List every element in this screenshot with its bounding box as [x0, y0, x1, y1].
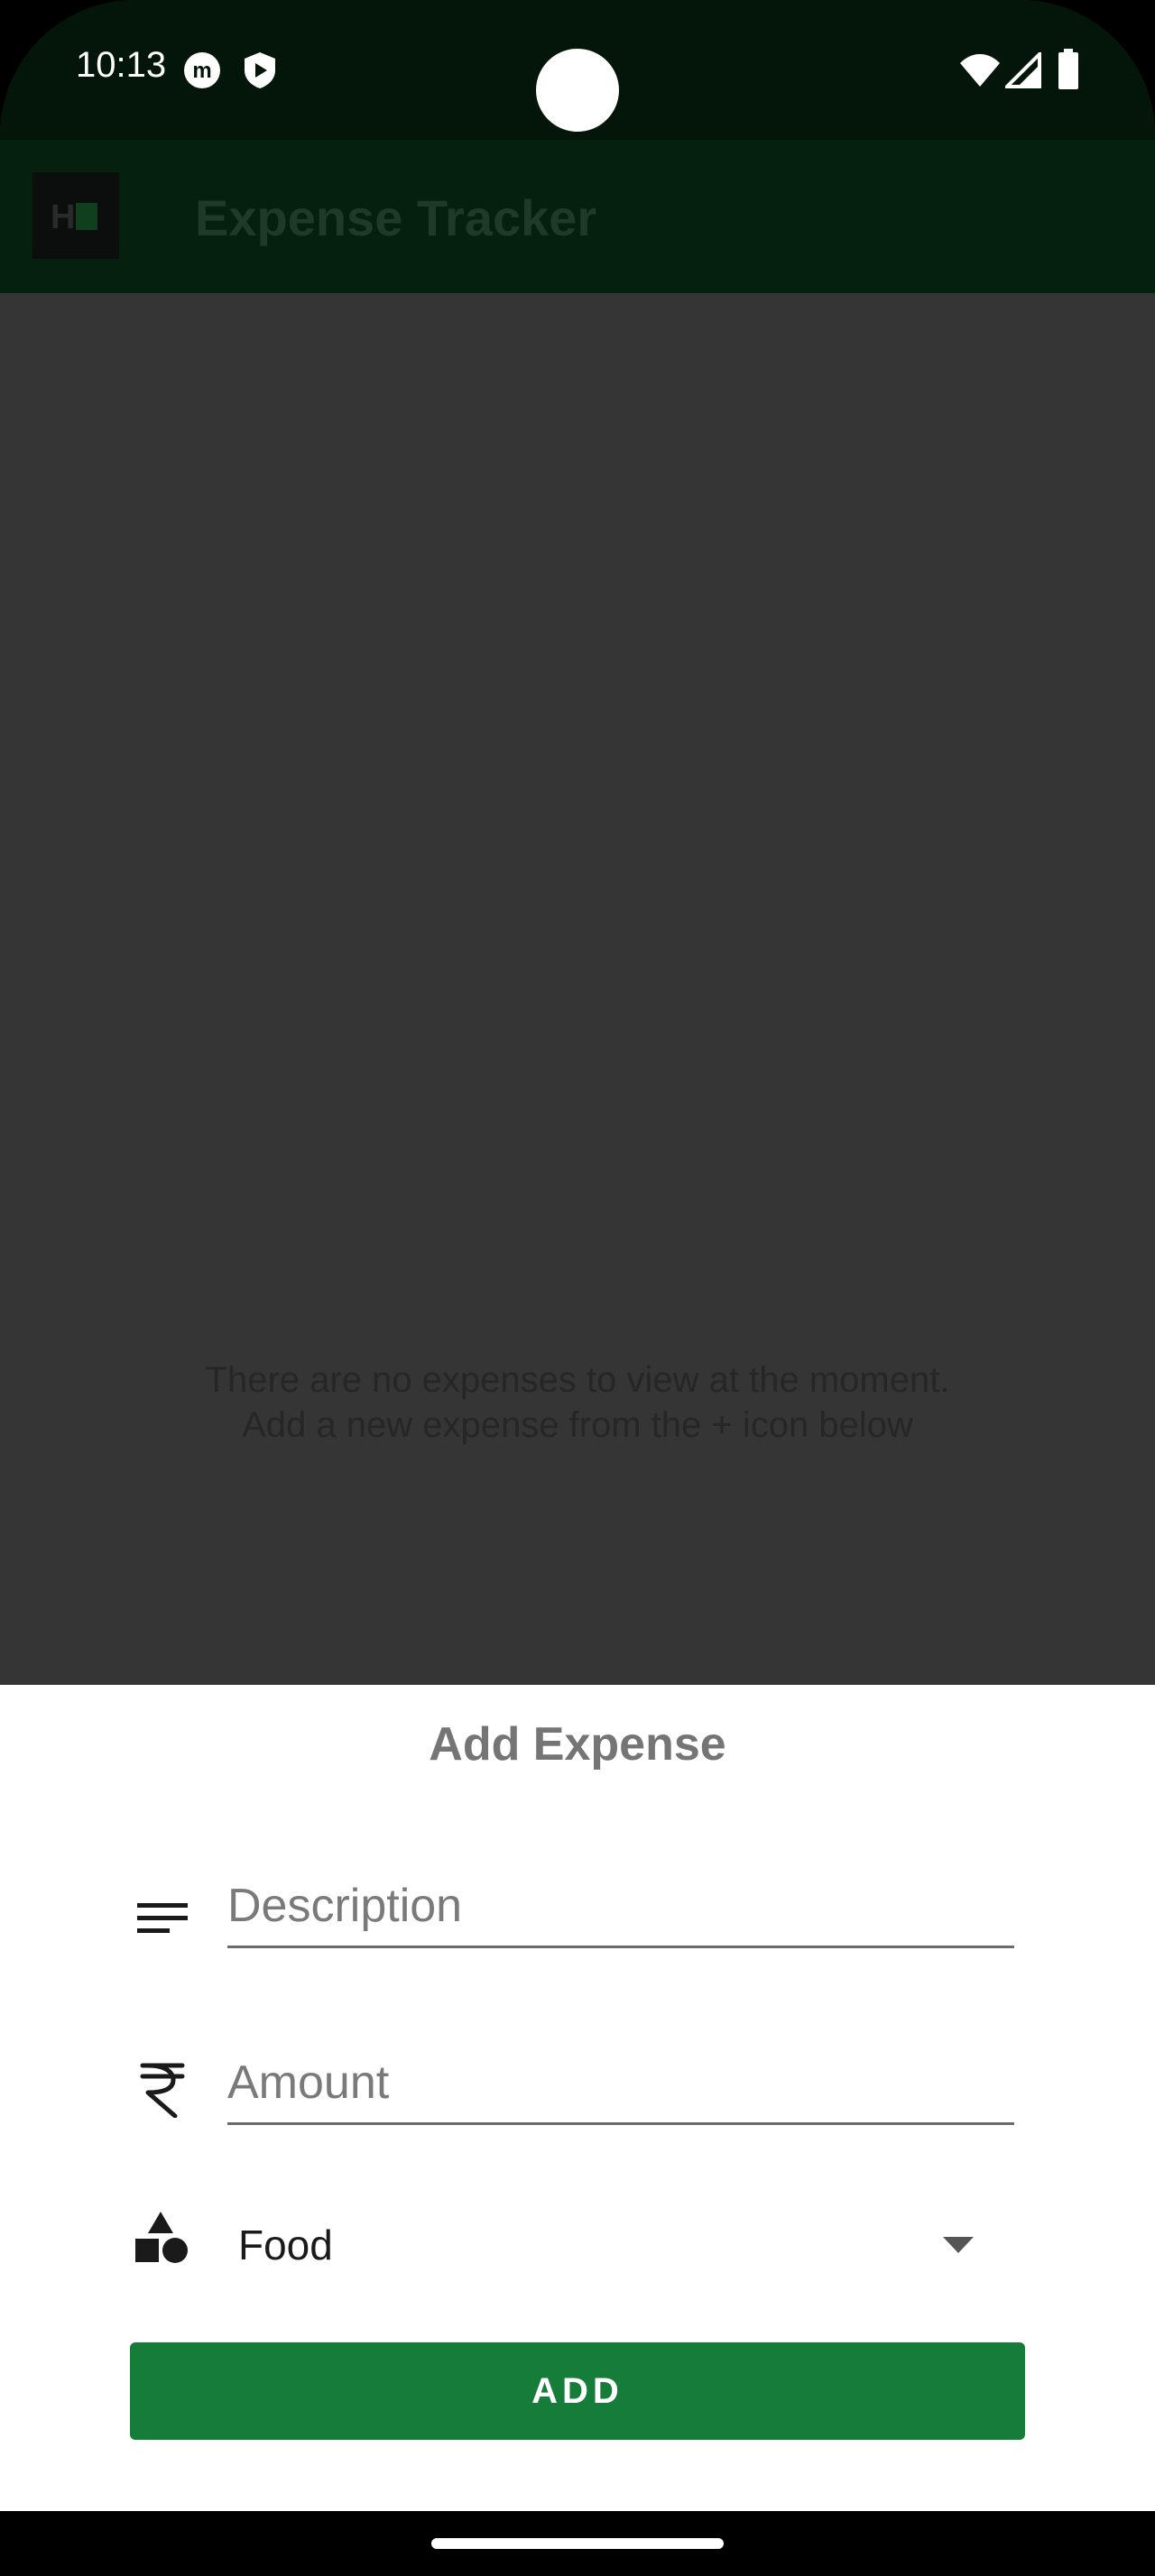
- m-notification-icon: m: [182, 51, 222, 95]
- screen: 10:13 m H Expense Tracker There are no e…: [0, 0, 1155, 2511]
- category-select[interactable]: Food: [227, 2206, 1003, 2287]
- add-expense-button[interactable]: ADD: [130, 2342, 1025, 2440]
- app-title: Expense Tracker: [195, 189, 597, 246]
- front-camera: [536, 49, 619, 132]
- amount-field: [227, 2044, 1014, 2125]
- wifi-icon: [958, 52, 1002, 93]
- empty-state-line-1: There are no expenses to view at the mom…: [205, 1360, 950, 1400]
- status-bar: 10:13 m: [0, 0, 1155, 140]
- shield-play-icon: [242, 51, 278, 95]
- notes-lines-icon: [134, 1892, 191, 1950]
- signal-icon: [1003, 50, 1041, 93]
- sheet-title: Add Expense: [429, 1718, 726, 1771]
- description-input[interactable]: [227, 1867, 1014, 1945]
- status-time: 10:13: [76, 45, 167, 85]
- empty-state-message: There are no expenses to view at the mom…: [0, 1357, 1155, 1448]
- rupee-icon: [134, 2060, 191, 2119]
- add-expense-sheet: Add Expense Description Amount Food ADD: [0, 1685, 1155, 2511]
- app-bar: H Expense Tracker: [0, 140, 1155, 293]
- description-field: [227, 1867, 1014, 1948]
- category-selected-value: Food: [238, 2222, 333, 2268]
- category-shapes-icon: [134, 2210, 191, 2268]
- app-logo: H: [32, 172, 119, 259]
- svg-text:m: m: [192, 59, 211, 83]
- phone-frame: 10:13 m H Expense Tracker There are no e…: [0, 0, 1155, 2576]
- empty-state-line-2: Add a new expense from the + icon below: [242, 1405, 913, 1445]
- battery-icon: [1058, 49, 1079, 95]
- navigation-bar: [0, 2511, 1155, 2576]
- home-indicator[interactable]: [431, 2538, 724, 2549]
- dropdown-arrow-icon: [943, 2237, 974, 2258]
- amount-input[interactable]: [227, 2044, 1014, 2121]
- app-logo-letter: H: [51, 198, 75, 234]
